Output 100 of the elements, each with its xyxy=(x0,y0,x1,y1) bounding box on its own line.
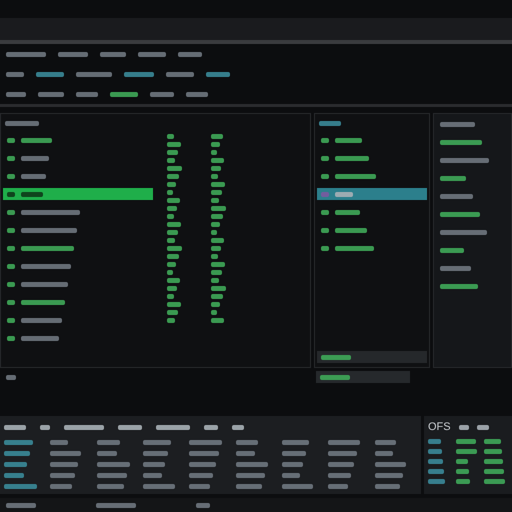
blurred-text xyxy=(96,462,130,467)
blurred-text xyxy=(440,176,466,180)
blurred-text xyxy=(456,479,470,484)
list-row[interactable] xyxy=(317,188,427,200)
blurred-text xyxy=(7,246,15,250)
blurred-text xyxy=(167,238,175,243)
blurred-text xyxy=(321,156,329,160)
blurred-text xyxy=(50,462,78,467)
blurred-text xyxy=(167,166,182,171)
blurred-text xyxy=(320,374,350,380)
blurred-text xyxy=(321,192,329,196)
blurred-text xyxy=(440,266,471,270)
blurred-text xyxy=(110,92,138,96)
blurred-text xyxy=(100,52,126,56)
blurred-text xyxy=(484,459,503,464)
blurred-text xyxy=(328,462,354,467)
blurred-text xyxy=(282,462,303,467)
blurred-text xyxy=(236,484,262,489)
blurred-text xyxy=(440,158,489,162)
blurred-text xyxy=(167,198,180,203)
blurred-text xyxy=(189,462,216,467)
blurred-text xyxy=(50,440,68,445)
blurred-text xyxy=(64,424,104,430)
blurred-text xyxy=(50,473,76,478)
list-row[interactable] xyxy=(3,188,153,200)
blurred-text xyxy=(321,228,329,232)
blurred-text xyxy=(167,302,181,307)
blurred-text xyxy=(96,502,136,508)
blurred-text xyxy=(58,52,88,56)
blurred-text xyxy=(484,479,505,484)
blurred-text xyxy=(440,212,480,216)
blurred-text xyxy=(6,72,24,76)
blurred-text xyxy=(211,238,224,243)
blurred-text xyxy=(167,150,178,155)
blurred-text xyxy=(96,451,117,456)
blurred-text xyxy=(4,473,24,478)
blurred-text xyxy=(21,300,65,304)
blurred-text xyxy=(211,182,225,187)
blurred-text xyxy=(440,122,475,126)
blurred-text xyxy=(167,318,175,323)
blurred-text xyxy=(7,300,15,304)
blurred-text xyxy=(484,449,502,454)
blurred-text xyxy=(21,138,52,142)
blurred-text xyxy=(428,469,444,474)
blurred-text xyxy=(232,424,244,430)
blurred-text xyxy=(142,473,162,478)
blurred-text xyxy=(38,92,64,96)
blurred-text xyxy=(76,92,98,96)
blurred-text xyxy=(167,310,178,315)
panel-label: OFS xyxy=(428,421,451,433)
blurred-text xyxy=(189,440,222,445)
blurred-text xyxy=(167,246,182,251)
blurred-text xyxy=(335,138,362,142)
blurred-text xyxy=(335,174,376,178)
blurred-text xyxy=(5,120,39,126)
blurred-text xyxy=(321,246,329,250)
blurred-text xyxy=(166,72,194,76)
blurred-text xyxy=(7,138,15,142)
blurred-text xyxy=(186,92,208,96)
blurred-text xyxy=(440,194,473,198)
blurred-text xyxy=(167,222,181,227)
blurred-text xyxy=(206,72,230,76)
blurred-text xyxy=(167,174,179,179)
blurred-text xyxy=(236,473,265,478)
blurred-text xyxy=(428,449,442,454)
blurred-text xyxy=(321,138,329,142)
blurred-text xyxy=(211,134,223,139)
blurred-text xyxy=(6,374,16,380)
blurred-text xyxy=(204,424,218,430)
blurred-text xyxy=(21,318,62,322)
blurred-text xyxy=(167,158,175,163)
blurred-text xyxy=(440,230,487,234)
blurred-text xyxy=(211,158,224,163)
blurred-text xyxy=(321,354,351,360)
blurred-text xyxy=(282,440,309,445)
blurred-text xyxy=(142,462,165,467)
blurred-text xyxy=(21,228,77,232)
blurred-text xyxy=(142,484,175,489)
blurred-text xyxy=(4,424,26,430)
blurred-text xyxy=(335,210,360,214)
blurred-text xyxy=(21,264,71,268)
blurred-text xyxy=(4,484,37,489)
blurred-text xyxy=(328,451,358,456)
blurred-text xyxy=(156,424,190,430)
blurred-text xyxy=(374,451,393,456)
blurred-text xyxy=(40,424,50,430)
blurred-text xyxy=(21,246,74,250)
blurred-text xyxy=(7,156,15,160)
blurred-text xyxy=(321,174,329,178)
blurred-text xyxy=(7,192,15,196)
blurred-text xyxy=(6,52,46,56)
blurred-text xyxy=(440,140,482,144)
blurred-text xyxy=(282,473,300,478)
blurred-text xyxy=(21,282,68,286)
blurred-text xyxy=(428,459,443,464)
blurred-text xyxy=(7,174,15,178)
blurred-text xyxy=(124,72,154,76)
blurred-text xyxy=(484,469,504,474)
blurred-text xyxy=(167,134,174,139)
blurred-text xyxy=(4,440,33,445)
